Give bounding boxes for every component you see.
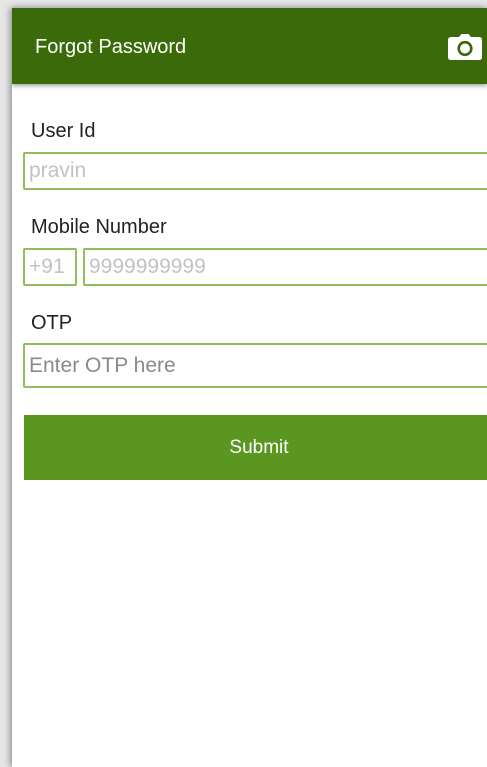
- mobile-number-input[interactable]: [85, 250, 487, 284]
- page-title: Forgot Password: [35, 36, 187, 58]
- camera-icon[interactable]: [448, 34, 482, 60]
- user-id-label: User Id: [31, 120, 96, 142]
- user-id-field-box: [23, 152, 487, 190]
- country-code-field-box: [23, 248, 77, 286]
- otp-input[interactable]: [25, 345, 487, 386]
- app-screen: Forgot Password User Id Mobile Number OT…: [12, 8, 487, 767]
- app-bar: Forgot Password: [12, 8, 487, 84]
- mobile-number-label: Mobile Number: [31, 216, 167, 238]
- mobile-number-field-box: [83, 248, 487, 286]
- otp-label: OTP: [31, 312, 73, 334]
- submit-button[interactable]: Submit: [24, 415, 487, 480]
- country-code-input[interactable]: [25, 250, 75, 284]
- user-id-input[interactable]: [25, 154, 487, 188]
- otp-field-box: [23, 343, 487, 388]
